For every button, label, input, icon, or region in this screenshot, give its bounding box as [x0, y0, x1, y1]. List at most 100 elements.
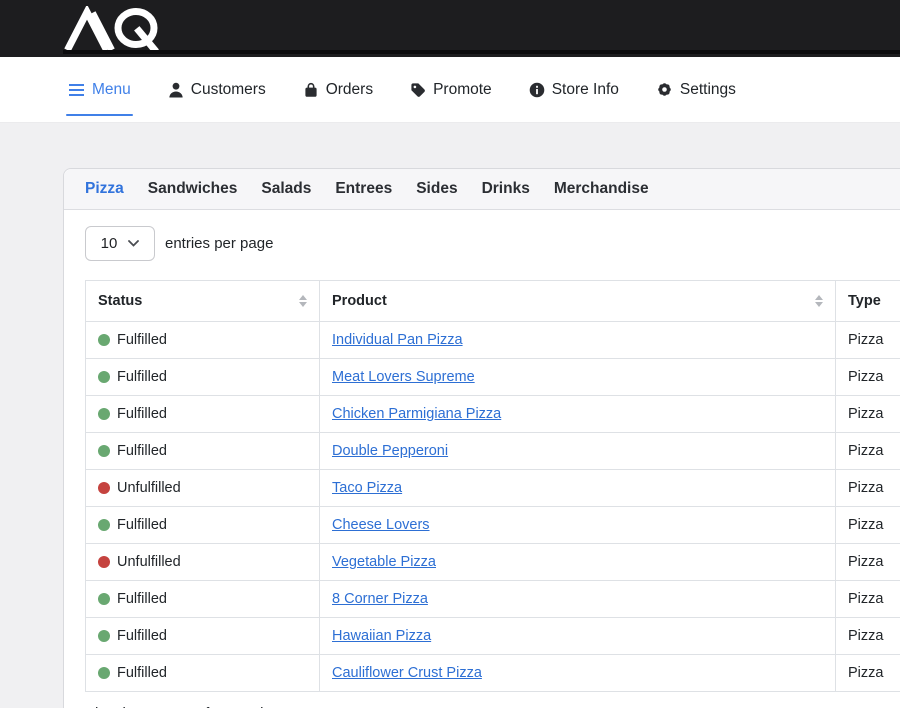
page-content: Pizza Sandwiches Salads Entrees Sides Dr… — [0, 123, 900, 708]
status-label: Fulfilled — [117, 628, 167, 644]
chevron-down-icon — [128, 240, 139, 247]
product-cell: Double Pepperoni — [320, 433, 836, 470]
status-label: Fulfilled — [117, 517, 167, 533]
table-row: Fulfilled Meat Lovers Supreme Pizza — [86, 359, 900, 396]
column-header-type[interactable]: Type — [836, 281, 900, 322]
table-row: Unfulfilled Taco Pizza Pizza — [86, 470, 900, 507]
product-cell: Individual Pan Pizza — [320, 322, 836, 359]
product-link[interactable]: Taco Pizza — [332, 480, 402, 496]
table-row: Fulfilled Chicken Parmigiana Pizza Pizza — [86, 396, 900, 433]
product-cell: Hawaiian Pizza — [320, 618, 836, 655]
entries-per-page-label: entries per page — [165, 235, 273, 252]
status-cell: Unfulfilled — [86, 470, 320, 507]
type-cell: Pizza — [836, 433, 900, 470]
sort-icon — [299, 295, 307, 307]
type-cell: Pizza — [836, 359, 900, 396]
nav-item-orders[interactable]: Orders — [303, 57, 373, 122]
status-label: Fulfilled — [117, 369, 167, 385]
product-cell: Chicken Parmigiana Pizza — [320, 396, 836, 433]
type-cell: Pizza — [836, 507, 900, 544]
status-label: Unfulfilled — [117, 480, 181, 496]
product-cell: Meat Lovers Supreme — [320, 359, 836, 396]
table-row: Fulfilled Cauliflower Crust Pizza Pizza — [86, 655, 900, 692]
tab-salads[interactable]: Salads — [261, 180, 311, 198]
selected-page-size: 10 — [101, 235, 118, 252]
status-cell: Fulfilled — [86, 322, 320, 359]
status-dot — [98, 667, 110, 679]
type-cell: Pizza — [836, 544, 900, 581]
table-header-row: Status Product — [86, 281, 900, 322]
nav-item-settings[interactable]: Settings — [656, 57, 736, 122]
tag-icon — [410, 82, 426, 98]
tab-sides[interactable]: Sides — [416, 180, 457, 198]
nav-label: Promote — [433, 81, 492, 99]
status-dot — [98, 371, 110, 383]
products-table: Status Product — [85, 280, 900, 692]
product-cell: Cheese Lovers — [320, 507, 836, 544]
type-cell: Pizza — [836, 618, 900, 655]
main-nav: Menu Customers Orders Promote Store Info — [0, 57, 900, 123]
tab-sandwiches[interactable]: Sandwiches — [148, 180, 238, 198]
shopping-bag-icon — [303, 82, 319, 98]
card-body: 10 entries per page Status — [64, 210, 900, 708]
product-link[interactable]: Cauliflower Crust Pizza — [332, 665, 482, 681]
brand-logo-icon — [64, 6, 166, 50]
status-cell: Fulfilled — [86, 618, 320, 655]
table-row: Fulfilled Cheese Lovers Pizza — [86, 507, 900, 544]
header-divider — [63, 50, 900, 54]
nav-item-store-info[interactable]: Store Info — [529, 57, 619, 122]
entries-per-page-select[interactable]: 10 — [85, 226, 155, 261]
product-link[interactable]: Meat Lovers Supreme — [332, 369, 475, 385]
page-size-row: 10 entries per page — [85, 226, 900, 261]
status-dot — [98, 556, 110, 568]
product-link[interactable]: 8 Corner Pizza — [332, 591, 428, 607]
nav-label: Store Info — [552, 81, 619, 99]
gear-icon — [656, 81, 673, 98]
status-dot — [98, 334, 110, 346]
product-link[interactable]: Individual Pan Pizza — [332, 332, 463, 348]
status-cell: Fulfilled — [86, 359, 320, 396]
status-label: Fulfilled — [117, 406, 167, 422]
app-window: Menu Customers Orders Promote Store Info — [0, 0, 900, 708]
product-link[interactable]: Cheese Lovers — [332, 517, 430, 533]
table-row: Fulfilled Double Pepperoni Pizza — [86, 433, 900, 470]
status-cell: Fulfilled — [86, 581, 320, 618]
tab-entrees[interactable]: Entrees — [335, 180, 392, 198]
status-dot — [98, 482, 110, 494]
table-row: Fulfilled 8 Corner Pizza Pizza — [86, 581, 900, 618]
table-row: Fulfilled Hawaiian Pizza Pizza — [86, 618, 900, 655]
table-row: Fulfilled Individual Pan Pizza Pizza — [86, 322, 900, 359]
nav-item-promote[interactable]: Promote — [410, 57, 492, 122]
column-header-product[interactable]: Product — [320, 281, 836, 322]
type-cell: Pizza — [836, 396, 900, 433]
status-dot — [98, 408, 110, 420]
table-row: Unfulfilled Vegetable Pizza Pizza — [86, 544, 900, 581]
info-icon — [529, 82, 545, 98]
product-cell: Vegetable Pizza — [320, 544, 836, 581]
product-link[interactable]: Vegetable Pizza — [332, 554, 436, 570]
menu-card: Pizza Sandwiches Salads Entrees Sides Dr… — [63, 168, 900, 708]
tab-merchandise[interactable]: Merchandise — [554, 180, 649, 198]
column-header-status[interactable]: Status — [86, 281, 320, 322]
status-dot — [98, 519, 110, 531]
category-tabs: Pizza Sandwiches Salads Entrees Sides Dr… — [64, 169, 900, 210]
type-cell: Pizza — [836, 581, 900, 618]
product-link[interactable]: Hawaiian Pizza — [332, 628, 431, 644]
product-link[interactable]: Chicken Parmigiana Pizza — [332, 406, 501, 422]
tab-pizza[interactable]: Pizza — [85, 180, 124, 198]
status-label: Unfulfilled — [117, 554, 181, 570]
status-label: Fulfilled — [117, 443, 167, 459]
product-cell: Taco Pizza — [320, 470, 836, 507]
status-dot — [98, 630, 110, 642]
nav-item-customers[interactable]: Customers — [168, 57, 266, 122]
type-cell: Pizza — [836, 322, 900, 359]
type-cell: Pizza — [836, 655, 900, 692]
product-cell: 8 Corner Pizza — [320, 581, 836, 618]
nav-item-menu[interactable]: Menu — [68, 57, 131, 122]
product-link[interactable]: Double Pepperoni — [332, 443, 448, 459]
column-label: Product — [332, 293, 387, 309]
status-cell: Unfulfilled — [86, 544, 320, 581]
tab-drinks[interactable]: Drinks — [482, 180, 530, 198]
product-cell: Cauliflower Crust Pizza — [320, 655, 836, 692]
hamburger-icon — [68, 83, 85, 97]
